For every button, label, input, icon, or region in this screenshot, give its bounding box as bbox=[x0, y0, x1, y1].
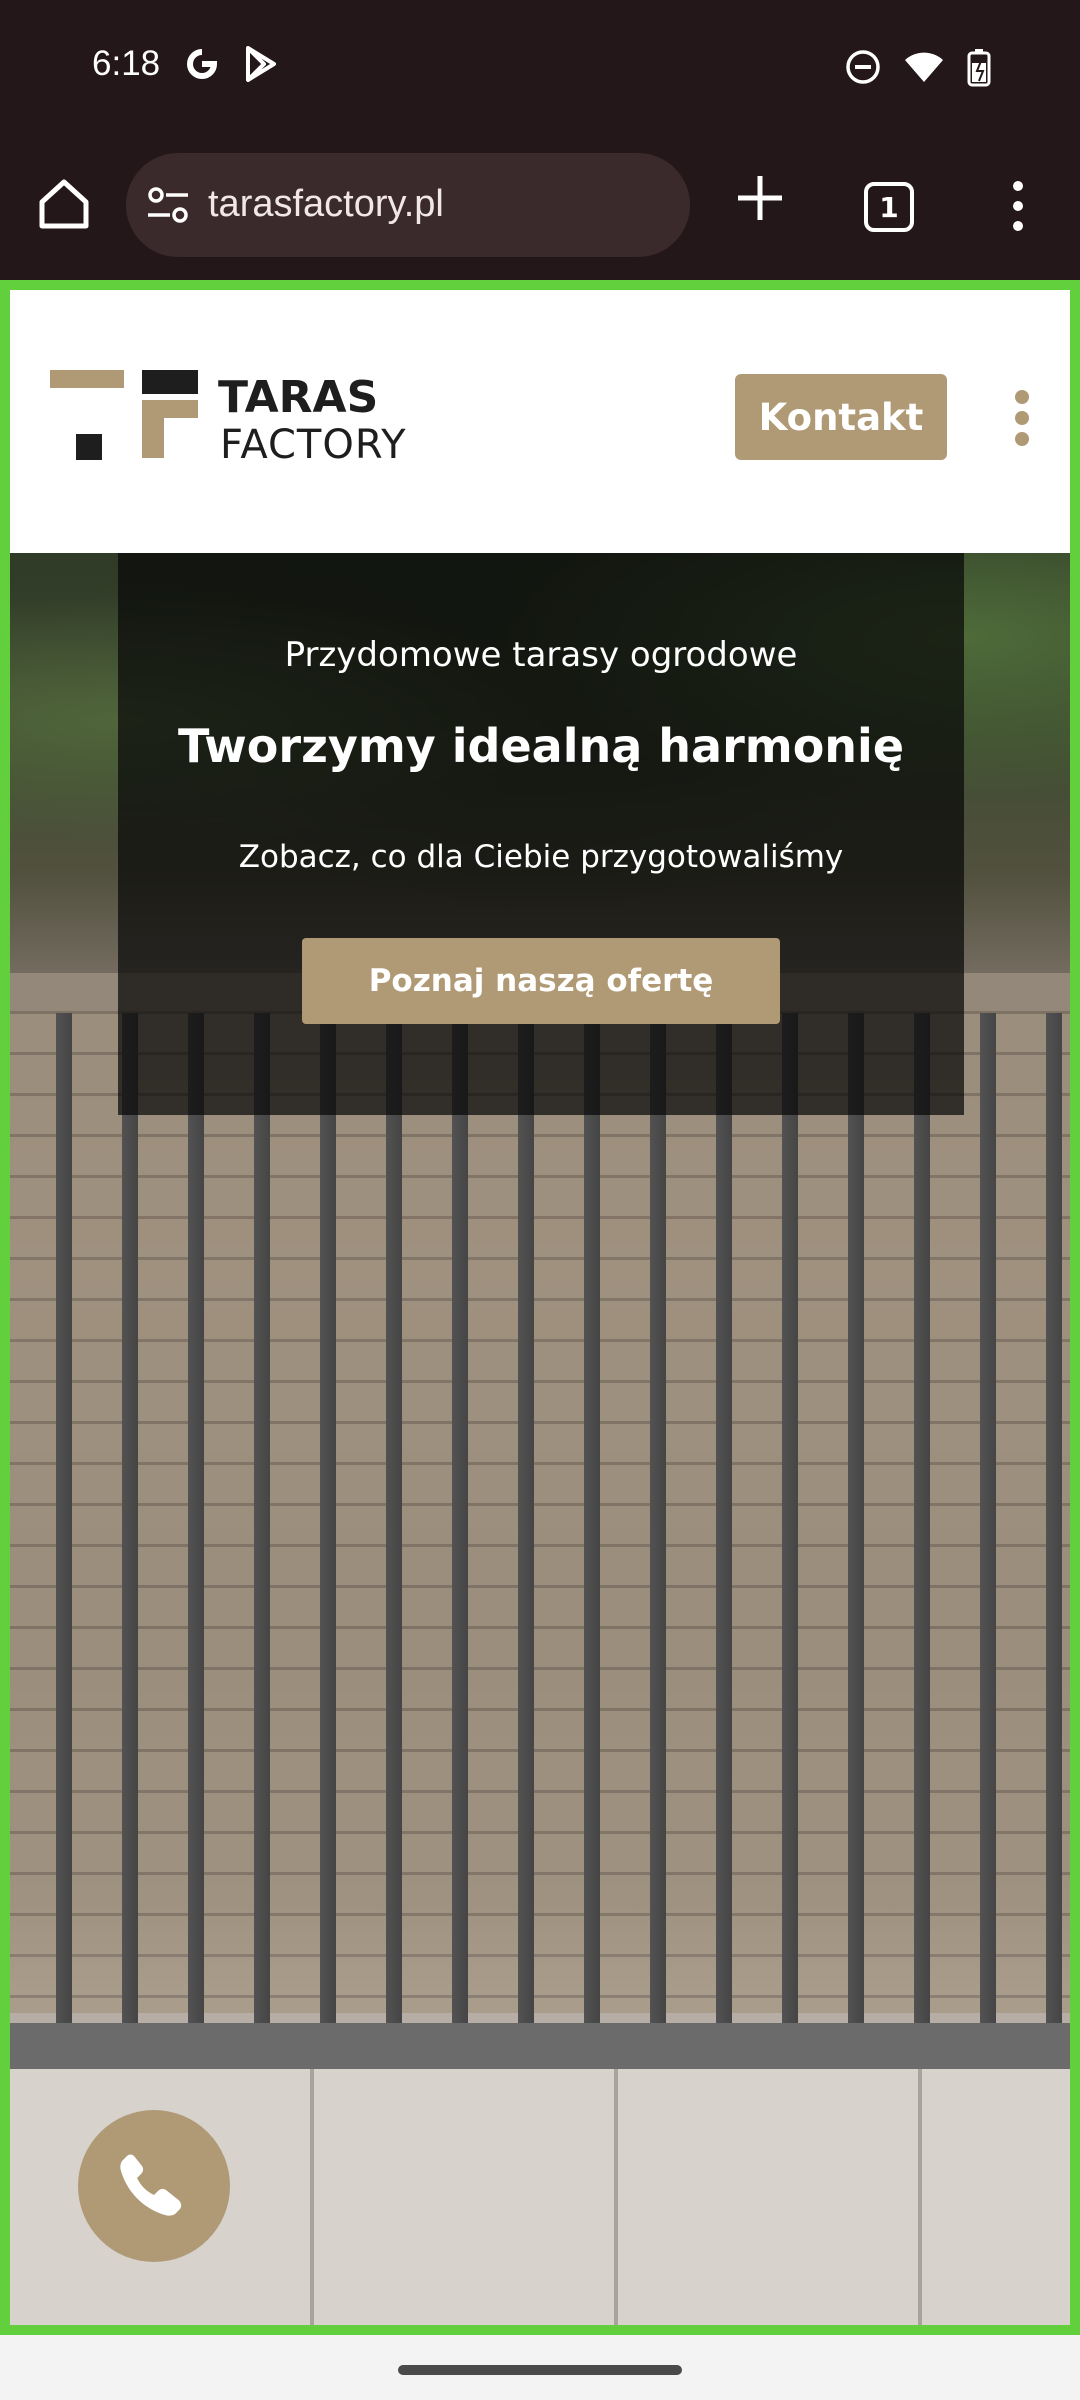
kontakt-button[interactable]: Kontakt bbox=[735, 374, 947, 460]
wifi-icon bbox=[905, 52, 943, 82]
browser-toolbar: tarasfactory.pl 1 bbox=[0, 140, 1080, 280]
svg-text:TARAS: TARAS bbox=[218, 372, 378, 423]
do-not-disturb-icon bbox=[846, 50, 880, 84]
hero-overlay: Przydomowe tarasy ogrodowe Tworzymy idea… bbox=[118, 553, 964, 1115]
hero-fence-base bbox=[10, 2023, 1070, 2069]
navigation-gesture-area bbox=[0, 2335, 1080, 2400]
tab-switcher-icon[interactable]: 1 bbox=[864, 182, 914, 232]
svg-text:FACTORY: FACTORY bbox=[220, 422, 407, 468]
more-vert-icon[interactable] bbox=[1000, 176, 1036, 236]
battery-icon bbox=[967, 49, 991, 87]
phone-icon bbox=[120, 2154, 182, 2216]
home-button[interactable] bbox=[30, 170, 98, 238]
offer-button[interactable]: Poznaj naszą ofertę bbox=[302, 938, 780, 1024]
site-header: TARAS FACTORY Kontakt bbox=[10, 290, 1070, 553]
hero-subtitle: Zobacz, co dla Ciebie przygotowaliśmy bbox=[238, 839, 844, 875]
google-g-icon bbox=[187, 49, 218, 79]
home-icon bbox=[39, 179, 89, 229]
web-page: TARAS FACTORY Kontakt Przydomowe tarasy … bbox=[0, 280, 1080, 2335]
gesture-handle[interactable] bbox=[398, 2365, 682, 2375]
status-bar: 6:18 bbox=[0, 0, 1080, 140]
status-time: 6:18 bbox=[92, 44, 161, 83]
site-settings-icon[interactable] bbox=[146, 185, 190, 225]
address-bar[interactable]: tarasfactory.pl bbox=[126, 153, 690, 257]
new-tab-icon[interactable] bbox=[730, 168, 790, 228]
hero-fence-bars bbox=[10, 1013, 1070, 2033]
hero-title: Tworzymy idealną harmonię bbox=[177, 719, 905, 773]
url-text: tarasfactory.pl bbox=[208, 183, 444, 225]
taras-factory-logo[interactable]: TARAS FACTORY bbox=[50, 370, 410, 470]
play-store-icon bbox=[246, 46, 276, 82]
status-icons bbox=[845, 47, 995, 87]
call-button[interactable] bbox=[78, 2110, 230, 2262]
hero-section: Przydomowe tarasy ogrodowe Tworzymy idea… bbox=[10, 553, 1070, 2325]
site-menu-icon[interactable] bbox=[1010, 390, 1034, 450]
hero-kicker: Przydomowe tarasy ogrodowe bbox=[284, 635, 798, 675]
